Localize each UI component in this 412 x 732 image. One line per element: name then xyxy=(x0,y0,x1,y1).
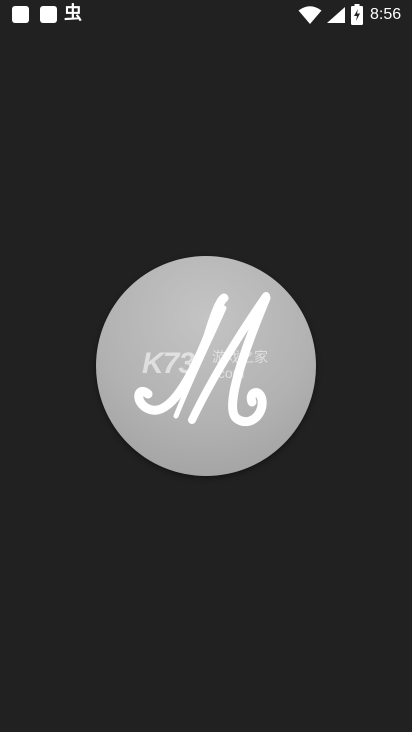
watermark-brand: K73 xyxy=(142,347,195,380)
clock: 8:56 xyxy=(370,6,402,23)
bug-icon: 虫 xyxy=(64,3,82,24)
app-notification-icon xyxy=(12,6,29,23)
watermark: K73 游戏之家 .com xyxy=(142,346,274,386)
battery-charging-icon xyxy=(351,4,363,25)
app-notification-icon xyxy=(40,6,57,23)
status-bar: 虫 8:56 xyxy=(0,0,412,30)
wifi-icon xyxy=(298,6,322,24)
splash-screen: 虫 8:56 K73 游戏之家 .com xyxy=(0,0,412,732)
watermark-chinese-text: 游戏之家 xyxy=(212,350,268,366)
cell-signal-icon xyxy=(327,7,345,23)
watermark-domain: .com xyxy=(214,365,245,381)
